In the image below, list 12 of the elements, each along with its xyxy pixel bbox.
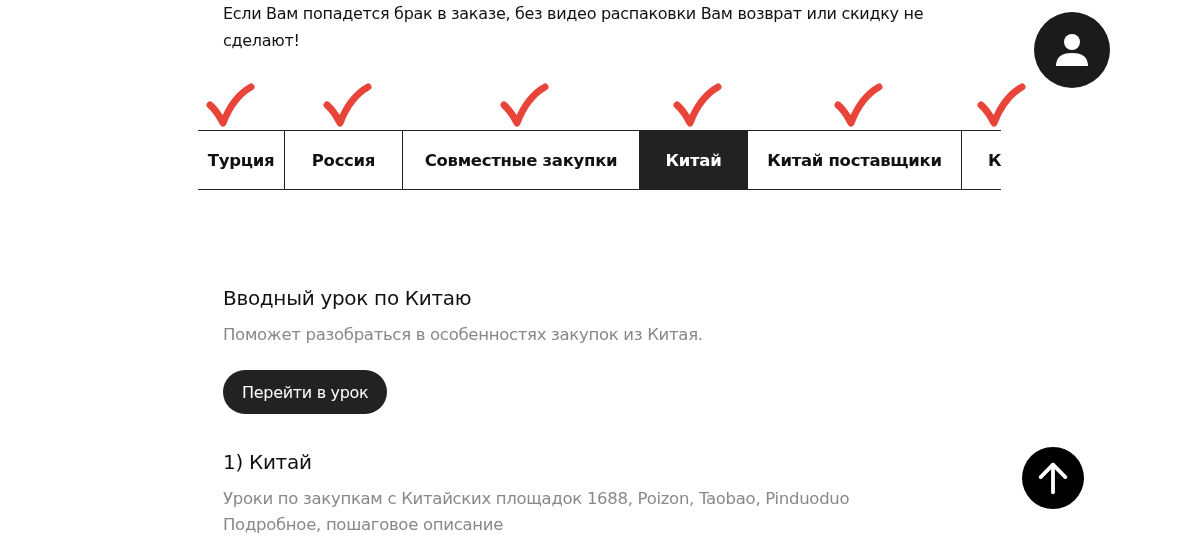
tab[interactable]: Совместные закупки (402, 131, 639, 189)
lesson-title: 1) Китай (223, 450, 312, 474)
lesson-description: Поможет разобраться в особенностях закупок из Китая. (223, 324, 704, 346)
tab[interactable]: Россия (284, 131, 402, 189)
lesson-title: Вводный урок по Китаю (223, 286, 472, 310)
tab[interactable]: Турция (198, 131, 284, 189)
tab[interactable]: Китай поставщики (747, 131, 961, 189)
intro-text: Если Вам попадется брак в заказе, без видео распаковки Вам возврат или скидку не сделают! (223, 3, 925, 52)
go-to-lesson-button[interactable]: Перейти в урок (223, 370, 388, 414)
tab[interactable]: К (961, 131, 1001, 189)
lesson-description: Уроки по закупкам с Китайских площадок 1688, Poizon, Taobao, Pinduoduo (223, 488, 851, 510)
lesson-description: Подробное, пошаговое описание (223, 514, 504, 536)
